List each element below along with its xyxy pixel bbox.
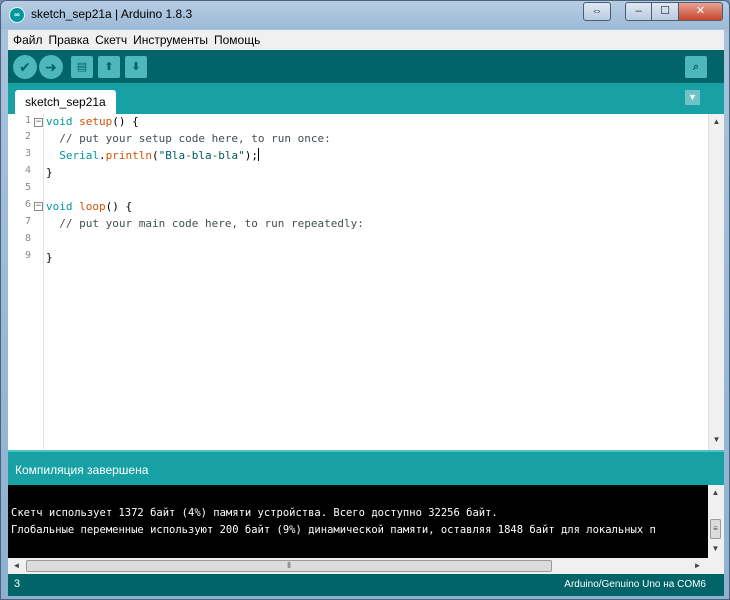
- code-line: void setup() {: [46, 115, 139, 128]
- line-number: 1: [24, 115, 31, 126]
- console-line: Глобальные переменные используют 200 бай…: [11, 524, 656, 536]
- menu-edit[interactable]: Правка: [46, 31, 93, 49]
- maximize-button[interactable]: ☐: [652, 2, 679, 21]
- resize-button[interactable]: ⇔: [583, 2, 611, 21]
- menu-bar: Файл Правка Скетч Инструменты Помощь: [8, 30, 724, 50]
- code-line: void loop() {: [46, 200, 133, 213]
- code-line: // put your setup code here, to run once…: [59, 132, 331, 145]
- line-number: 2: [24, 131, 31, 142]
- menu-sketch[interactable]: Скетч: [92, 31, 130, 49]
- code-line: // put your main code here, to run repea…: [59, 217, 364, 230]
- horizontal-scroll-thumb[interactable]: ⦀: [26, 560, 552, 572]
- line-number: 3: [24, 148, 31, 159]
- text-cursor: [257, 148, 259, 161]
- scroll-left-icon[interactable]: ◄: [9, 558, 24, 574]
- window-title: sketch_sep21a | Arduino 1.8.3: [31, 7, 193, 21]
- serial-monitor-button[interactable]: ⌕: [685, 56, 707, 78]
- code-line: }: [46, 251, 53, 264]
- code-editor[interactable]: 1 2 3 4 5 6 7 8 9 − − void setup() { // …: [8, 114, 724, 450]
- menu-tools[interactable]: Инструменты: [130, 31, 211, 49]
- line-number: 4: [24, 165, 31, 176]
- line-number: 9: [24, 250, 31, 261]
- save-sketch-button[interactable]: ⬇: [125, 56, 147, 78]
- code-line: }: [46, 166, 53, 179]
- console-horizontal-scrollbar[interactable]: ◄ ⦀ ►: [8, 558, 724, 574]
- bottom-status-bar: 3 Arduino/Genuino Uno на COM6: [8, 574, 724, 596]
- upload-button[interactable]: ➜: [39, 55, 63, 79]
- verify-button[interactable]: ✔: [13, 55, 37, 79]
- scroll-down-icon[interactable]: ▼: [709, 432, 724, 448]
- line-number: 7: [24, 216, 31, 227]
- scroll-up-icon[interactable]: ▲: [709, 114, 724, 130]
- console-vertical-scrollbar[interactable]: ▲ ≡ ▼: [708, 485, 724, 558]
- editor-vertical-scrollbar[interactable]: ▲ ▼: [708, 114, 724, 450]
- scroll-down-icon[interactable]: ▼: [708, 541, 723, 557]
- close-button[interactable]: ✕: [679, 2, 723, 21]
- line-number: 6: [24, 199, 31, 210]
- open-sketch-button[interactable]: ⬆: [98, 56, 120, 78]
- line-number: 5: [24, 182, 31, 193]
- menu-help[interactable]: Помощь: [211, 31, 263, 49]
- toolbar: ✔ ➜ ▤ ⬆ ⬇ ⌕: [8, 50, 724, 83]
- scroll-thumb[interactable]: ≡: [710, 519, 721, 539]
- board-port-info: Arduino/Genuino Uno на COM6: [564, 579, 706, 590]
- code-line: Serial.println("Bla-bla-bla");: [59, 148, 259, 162]
- console-output[interactable]: Скетч использует 1372 байт (4%) памяти у…: [8, 485, 724, 558]
- tab-menu-dropdown-icon[interactable]: ▼: [685, 90, 700, 105]
- minimize-button[interactable]: ‒: [625, 2, 652, 21]
- status-strip: Компиляция завершена: [8, 450, 724, 485]
- scroll-right-icon[interactable]: ►: [690, 558, 705, 574]
- menu-file[interactable]: Файл: [10, 31, 46, 49]
- fold-toggle-icon[interactable]: −: [34, 202, 43, 211]
- new-sketch-button[interactable]: ▤: [71, 56, 93, 78]
- tabs-bar: sketch_sep21a ▼: [8, 83, 724, 114]
- tab-sketch[interactable]: sketch_sep21a: [15, 90, 116, 114]
- line-number-gutter: 1 2 3 4 5 6 7 8 9 − −: [8, 114, 44, 450]
- console-line: Скетч использует 1372 байт (4%) памяти у…: [11, 507, 498, 519]
- arduino-app-icon: ∞: [9, 7, 25, 23]
- compile-status: Компиляция завершена: [15, 463, 149, 477]
- scroll-up-icon[interactable]: ▲: [708, 485, 723, 501]
- arduino-window: ∞ sketch_sep21a | Arduino 1.8.3 ⇔ ‒ ☐ ✕ …: [0, 0, 730, 600]
- window-client-area: Файл Правка Скетч Инструменты Помощь ✔ ➜…: [8, 30, 724, 596]
- current-line-number: 3: [14, 578, 21, 590]
- window-controls: ⇔ ‒ ☐ ✕: [583, 2, 723, 21]
- title-bar[interactable]: ∞ sketch_sep21a | Arduino 1.8.3 ⇔ ‒ ☐ ✕: [1, 1, 729, 29]
- line-number: 8: [24, 233, 31, 244]
- fold-toggle-icon[interactable]: −: [34, 118, 43, 127]
